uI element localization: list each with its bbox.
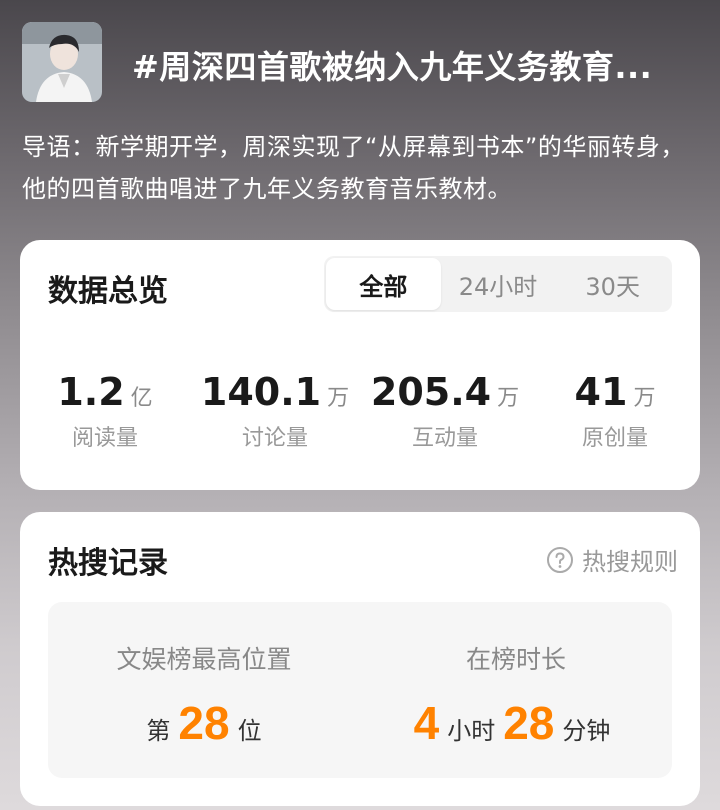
stat-unit: 万 [633, 386, 656, 411]
position-prefix: 第 [146, 717, 171, 745]
hours-unit: 小时 [447, 717, 496, 745]
topic-intro: 导语：新学期开学，周深实现了“从屏幕到书本”的华丽转身，他的四首歌曲唱进了九年义… [22, 133, 685, 203]
hot-search-record-card: 热搜记录 热搜规则 文娱榜最高位置 第 28 位 在榜时长 4 小时 28 分钟 [20, 512, 700, 806]
tab-24h[interactable]: 24小时 [441, 258, 556, 310]
rules-label: 热搜规则 [582, 548, 678, 576]
stat-value: 41 [574, 370, 628, 414]
best-position-value: 28 [178, 697, 230, 749]
stat-interactions: 205.4 万 互动量 [360, 370, 530, 452]
time-range-tabs: 全部 24小时 30天 [324, 256, 672, 312]
best-position-label: 文娱榜最高位置 [116, 645, 292, 674]
duration-minutes: 28 [503, 697, 555, 749]
hot-search-title: 热搜记录 [48, 546, 168, 581]
minutes-unit: 分钟 [562, 717, 611, 745]
person-photo-icon [22, 22, 102, 102]
question-circle-icon [547, 546, 573, 573]
duration-label: 在榜时长 [465, 645, 566, 674]
tab-all[interactable]: 全部 [326, 258, 441, 310]
tab-30d[interactable]: 30天 [555, 258, 670, 310]
best-position-block: 文娱榜最高位置 第 28 位 [48, 602, 360, 778]
topic-header: #周深四首歌被纳入九年义务教育... [22, 22, 700, 102]
topic-title: #周深四首歌被纳入九年义务教育... [132, 48, 653, 86]
stat-value: 140.1 [200, 370, 322, 414]
stat-unit: 万 [327, 386, 350, 411]
stat-label: 讨论量 [241, 426, 308, 451]
duration-hours: 4 [413, 697, 440, 749]
data-overview-card: 数据总览 全部 24小时 30天 1.2 亿 阅读量 140.1 万 讨论量 2… [20, 240, 700, 490]
stat-originals: 41 万 原创量 [530, 370, 700, 452]
hot-search-rules-link[interactable]: 热搜规则 [546, 542, 678, 577]
stat-label: 阅读量 [71, 426, 138, 451]
stat-value: 1.2 [57, 370, 125, 414]
position-suffix: 位 [237, 717, 262, 745]
stat-unit: 万 [497, 386, 520, 411]
stat-reads: 1.2 亿 阅读量 [20, 370, 190, 452]
stat-label: 互动量 [411, 426, 478, 451]
stat-unit: 亿 [130, 386, 153, 411]
stat-value: 205.4 [370, 370, 492, 414]
stat-discussions: 140.1 万 讨论量 [190, 370, 360, 452]
stat-label: 原创量 [581, 426, 648, 451]
overview-title: 数据总览 [48, 274, 168, 309]
duration-block: 在榜时长 4 小时 28 分钟 [360, 602, 672, 778]
stats-row: 1.2 亿 阅读量 140.1 万 讨论量 205.4 万 互动量 41 万 原… [20, 370, 700, 452]
topic-avatar[interactable] [22, 22, 102, 102]
hot-search-stats-panel: 文娱榜最高位置 第 28 位 在榜时长 4 小时 28 分钟 [48, 602, 672, 778]
